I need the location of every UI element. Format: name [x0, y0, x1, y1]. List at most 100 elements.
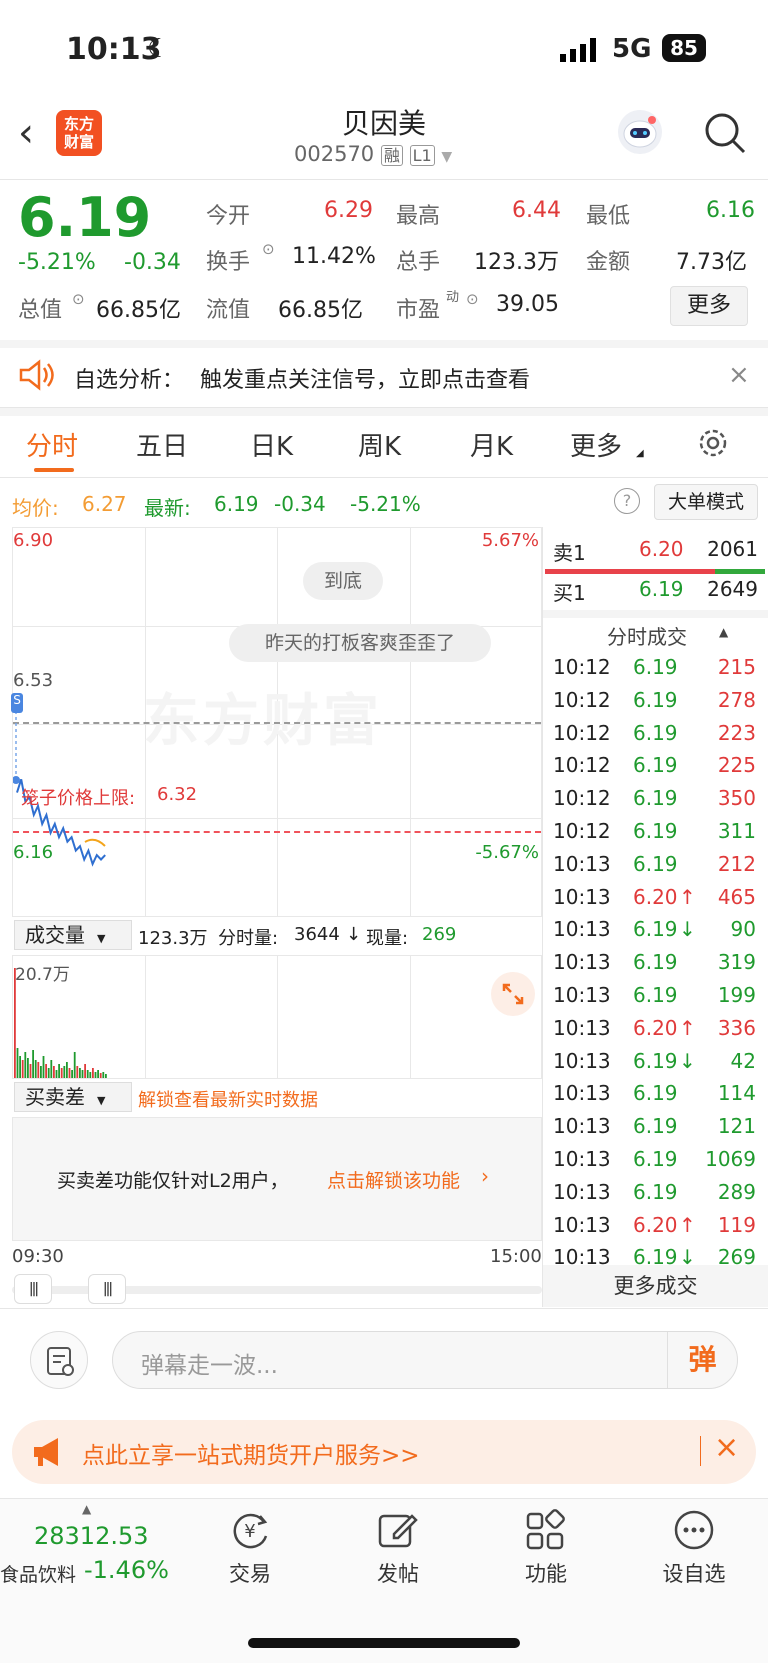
- y-min-pct-label: -5.67%: [475, 842, 539, 863]
- price-line: [13, 693, 106, 867]
- volume-bar: [37, 1062, 40, 1078]
- unlock-link[interactable]: 解锁查看最新实时数据: [138, 1086, 318, 1112]
- expand-caret-icon[interactable]: ▲: [82, 1502, 91, 1516]
- buy1-price: 6.19: [639, 577, 684, 601]
- close-icon[interactable]: ×: [728, 360, 750, 390]
- trade-direction-icon: ↓: [679, 917, 696, 942]
- range-slider[interactable]: ||| |||: [12, 1274, 542, 1304]
- trade-price: 6.19: [633, 687, 678, 712]
- more-trades-button[interactable]: 更多成交: [543, 1265, 768, 1307]
- trade-price: 6.19: [633, 1114, 678, 1139]
- trade-time: 10:12: [553, 753, 611, 778]
- close-icon[interactable]: ×: [714, 1430, 739, 1465]
- marker-s-icon[interactable]: S: [11, 693, 23, 713]
- sector-pct: -1.46%: [84, 1556, 169, 1584]
- note-icon[interactable]: [30, 1331, 88, 1389]
- edit-icon[interactable]: [376, 1508, 420, 1556]
- intraday-info-bar: 均价: 6.27 最新: 6.19 -0.34 -5.21% ? 大单模式: [0, 480, 768, 526]
- trade-volume: 223: [717, 720, 756, 745]
- big-order-mode-button[interactable]: 大单模式: [654, 484, 758, 520]
- volume-bar: [42, 1056, 45, 1078]
- analysis-banner[interactable]: 自选分析： 触发重点关注信号，立即点击查看 ×: [0, 348, 768, 408]
- signal-icon: [560, 38, 598, 66]
- more-dots-icon[interactable]: [672, 1508, 716, 1556]
- trade-time: 10:12: [553, 819, 611, 843]
- info-dots-icon[interactable]: ⊙: [466, 290, 479, 308]
- open-label: 今开: [206, 204, 251, 229]
- nav-post[interactable]: 发帖: [328, 1558, 468, 1588]
- volume-chart[interactable]: 20.7万: [12, 955, 542, 1079]
- buy1-volume: 2649: [707, 577, 758, 601]
- trade-price: 6.20: [633, 884, 678, 909]
- trade-volume: 114: [717, 1081, 756, 1106]
- sector-name[interactable]: 食品饮料: [0, 1560, 76, 1587]
- nav-trade[interactable]: 交易: [180, 1558, 320, 1588]
- trade-row: 10:12 6.19 225: [553, 753, 768, 786]
- trade-volume: 311: [717, 819, 756, 843]
- volume-bar: [71, 1070, 73, 1078]
- indicator-select-label: 成交量: [25, 923, 85, 947]
- sort-caret-icon[interactable]: ▲: [719, 625, 728, 639]
- trade-row: 10:12 6.19 223: [553, 721, 768, 754]
- stock-code-row: 002570 融 L1 ▼: [294, 142, 452, 166]
- spread-unlock-link[interactable]: 点击解锁该功能: [327, 1166, 460, 1193]
- volume-bar: [19, 1056, 21, 1078]
- volume-bar: [47, 1068, 50, 1078]
- time-end-label: 15:00: [490, 1246, 542, 1267]
- indicator-select[interactable]: 成交量 ▼: [14, 920, 132, 950]
- info-dots-icon[interactable]: ⊙: [72, 290, 85, 308]
- home-indicator: [248, 1638, 520, 1648]
- volume-bar: [24, 1052, 27, 1078]
- grid-icon[interactable]: [524, 1508, 568, 1556]
- trade-direction-icon: ↑: [679, 1212, 696, 1237]
- sell-ratio-bar: [545, 569, 715, 574]
- tab-five-day[interactable]: 五日: [136, 426, 188, 463]
- speaker-icon: [18, 358, 54, 396]
- info-dots-icon[interactable]: ⊙: [262, 240, 275, 258]
- trade-row: 10:13 6.19 199: [553, 983, 768, 1016]
- trade-time: 10:12: [553, 687, 611, 712]
- tab-monthly-k[interactable]: 月K: [470, 426, 513, 463]
- spread-select[interactable]: 买卖差 ▼: [14, 1082, 132, 1112]
- index-value[interactable]: 28312.53: [34, 1522, 149, 1550]
- trade-volume: 90: [730, 917, 756, 942]
- trade-volume: 350: [717, 786, 756, 811]
- robot-avatar-icon[interactable]: [618, 110, 662, 154]
- trade-row: 10:13 6.20 ↑ 336: [553, 1016, 768, 1049]
- expand-icon[interactable]: [491, 972, 535, 1016]
- chevron-down-icon: ▼: [97, 932, 106, 945]
- volume-bar: [14, 968, 16, 1078]
- slider-handle-right[interactable]: |||: [88, 1274, 126, 1304]
- trade-row: 10:12 6.19 215: [553, 655, 768, 688]
- danmaku-input[interactable]: 弹幕走一波... 弹: [112, 1331, 738, 1389]
- tab-weekly-k[interactable]: 周K: [358, 426, 401, 463]
- danmaku-send-button[interactable]: 弹: [667, 1332, 737, 1388]
- slider-handle-left[interactable]: |||: [14, 1274, 52, 1304]
- open-value: 6.29: [324, 198, 373, 223]
- price-chart[interactable]: 东方财富 S 6.90 5.67% 6.53 6.16 -5.67% 笼子价格上…: [11, 527, 542, 917]
- amount-value: 7.73亿: [676, 250, 747, 275]
- trade-price: 6.19: [633, 1147, 678, 1171]
- more-quote-button[interactable]: 更多: [670, 286, 748, 326]
- promo-banner[interactable]: 点此立享一站式期货开户服务>> ×: [12, 1420, 756, 1484]
- tab-more[interactable]: 更多: [570, 426, 622, 463]
- volume-bar: [55, 1070, 58, 1078]
- tab-intraday[interactable]: 分时: [26, 426, 78, 463]
- search-icon[interactable]: [704, 112, 746, 158]
- tab-daily-k[interactable]: 日K: [250, 426, 293, 463]
- trade-icon[interactable]: ¥: [228, 1508, 272, 1556]
- segment-volume-label: 分时量:: [218, 928, 279, 949]
- buy-ratio-bar: [715, 569, 765, 574]
- volume-bar: [32, 1050, 34, 1078]
- trade-price: 6.19: [633, 1179, 678, 1204]
- turnover-value: 11.42%: [292, 244, 376, 269]
- chevron-down-icon[interactable]: ▼: [441, 149, 452, 165]
- trade-volume: 225: [717, 753, 756, 778]
- trade-price: 6.19: [633, 917, 678, 942]
- nav-functions[interactable]: 功能: [476, 1558, 616, 1588]
- down-arrow-icon: ↓: [346, 924, 362, 945]
- nav-add-watchlist[interactable]: 设自选: [624, 1558, 764, 1588]
- trade-time: 10:13: [553, 851, 611, 876]
- help-icon[interactable]: ?: [614, 488, 640, 514]
- gear-icon[interactable]: [696, 426, 730, 464]
